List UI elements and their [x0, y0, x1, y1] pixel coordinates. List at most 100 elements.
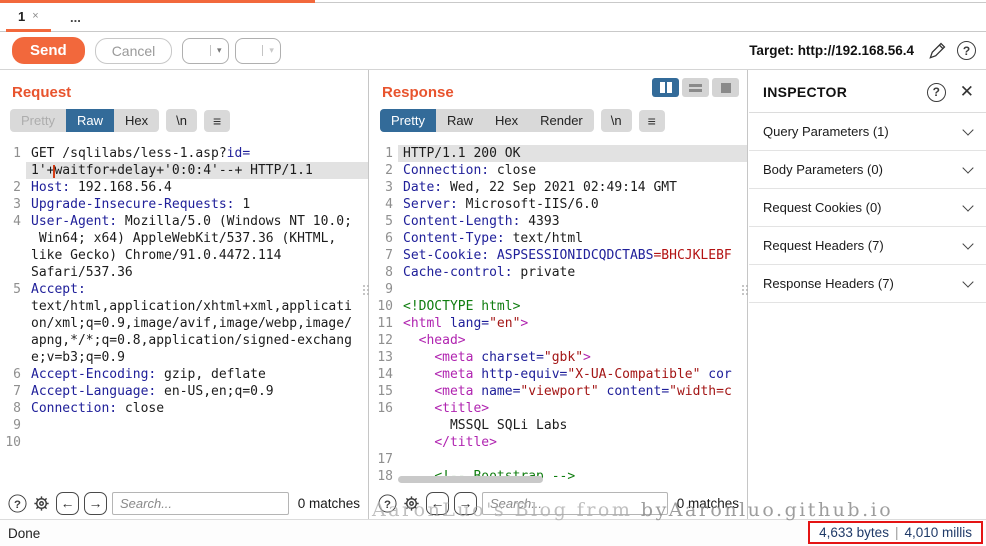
code-line: 7Set-Cookie: ASPSESSIONIDCQDCTABS=BHCJKL… [370, 247, 747, 264]
format-tab-hex[interactable]: Hex [114, 109, 159, 132]
format-tab-raw[interactable]: Raw [436, 109, 484, 132]
code-line: 1'+waitfor+delay+'0:0:4'--+ HTTP/1.1 [0, 162, 368, 179]
request-search-prev-icon[interactable]: ← [56, 492, 79, 515]
code-line: 3Upgrade-Insecure-Requests: 1 [0, 196, 368, 213]
response-viewer[interactable]: 1HTTP/1.1 200 OK2Connection: close3Date:… [370, 145, 747, 487]
layout-columns-icon[interactable] [652, 78, 679, 97]
history-forward-icon[interactable]: > [236, 38, 263, 64]
request-menu-icon[interactable]: ≡ [204, 110, 230, 132]
send-button[interactable]: Send [12, 37, 85, 64]
chevron-down-icon [962, 238, 973, 249]
chevron-down-icon [962, 200, 973, 211]
code-line: 10 [0, 434, 368, 451]
code-line: 4User-Agent: Mozilla/5.0 (Windows NT 10.… [0, 213, 368, 230]
history-forward-split-button[interactable]: > ▾ [235, 38, 281, 64]
code-line: 15 <meta name="viewport" content="width=… [370, 383, 747, 400]
edit-target-icon[interactable] [927, 41, 947, 61]
response-search-bar: ? ← → 0 matches [370, 487, 747, 519]
request-search-bar: ? ← → 0 matches [0, 487, 368, 519]
cancel-button[interactable]: Cancel [95, 38, 173, 64]
history-back-icon[interactable]: < [183, 38, 210, 64]
repeater-more-tabs[interactable]: ... [58, 3, 93, 32]
code-line: 9 [370, 281, 747, 298]
response-format-tabs: PrettyRawHexRender [380, 109, 594, 132]
response-search-matches: 0 matches [673, 496, 739, 511]
code-line: 6Accept-Encoding: gzip, deflate [0, 366, 368, 383]
inspector-header: INSPECTOR ? ✕ [749, 70, 986, 113]
request-newline-tab[interactable]: \n [166, 109, 197, 132]
request-search-next-icon[interactable]: → [84, 492, 107, 515]
response-newline-tab[interactable]: \n [601, 109, 632, 132]
code-line: 1HTTP/1.1 200 OK [370, 145, 747, 162]
response-search-settings-icon[interactable] [402, 494, 421, 513]
code-line: 5Accept: [0, 281, 368, 298]
inspector-close-icon[interactable]: ✕ [960, 82, 974, 102]
top-divider [315, 2, 986, 3]
code-line: 9 [0, 417, 368, 434]
inspector-panel: INSPECTOR ? ✕ Query Parameters (1)Body P… [749, 70, 986, 519]
response-search-prev-icon[interactable]: ← [426, 492, 449, 515]
code-line: 10<!DOCTYPE html> [370, 298, 747, 315]
response-size-badge: 4,633 bytes|4,010 millis [808, 521, 983, 544]
repeater-item-tab-1[interactable]: 1 × [6, 3, 51, 32]
request-format-tabs: PrettyRawHex [10, 109, 159, 132]
code-line: Win64; x64) AppleWebKit/537.36 (KHTML, [0, 230, 368, 247]
repeater-toolbar: Send Cancel < ▾ > ▾ Target: http://192.1… [0, 32, 986, 70]
format-tab-render[interactable]: Render [529, 109, 594, 132]
repeater-tab-strip: 1 × ... [0, 0, 986, 32]
code-line: 16 <title> [370, 400, 747, 417]
code-line: 13 <meta charset="gbk"> [370, 349, 747, 366]
code-line: 2Host: 192.168.56.4 [0, 179, 368, 196]
response-view-tabs: PrettyRawHexRender \n ≡ [370, 109, 747, 140]
code-line: 8Connection: close [0, 400, 368, 417]
code-line: like Gecko) Chrome/91.0.4472.114 [0, 247, 368, 264]
inspector-section-body-parameters-0[interactable]: Body Parameters (0) [749, 151, 986, 189]
request-search-matches: 0 matches [294, 496, 360, 511]
request-panel-title: Request [0, 70, 368, 109]
layout-rows-icon[interactable] [682, 78, 709, 97]
code-line: 4Server: Microsoft-IIS/6.0 [370, 196, 747, 213]
chevron-down-icon [962, 162, 973, 173]
code-line: 3Date: Wed, 22 Sep 2021 02:49:14 GMT [370, 179, 747, 196]
code-line: </title> [370, 434, 747, 451]
response-horizontal-scrollbar[interactable] [398, 476, 543, 483]
inspector-section-query-parameters-1[interactable]: Query Parameters (1) [749, 113, 986, 151]
format-tab-raw[interactable]: Raw [66, 109, 114, 132]
format-tab-hex[interactable]: Hex [484, 109, 529, 132]
inspector-section-response-headers-7[interactable]: Response Headers (7) [749, 265, 986, 303]
code-line: 5Content-Length: 4393 [370, 213, 747, 230]
tab-1-close-icon[interactable]: × [32, 10, 38, 22]
chevron-down-icon [962, 276, 973, 287]
response-layout-buttons [652, 78, 739, 97]
code-line: 11<html lang="en"> [370, 315, 747, 332]
response-search-input[interactable] [482, 492, 668, 515]
code-line: 2Connection: close [370, 162, 747, 179]
layout-single-icon[interactable] [712, 78, 739, 97]
history-forward-dropdown-icon[interactable]: ▾ [262, 45, 280, 56]
format-tab-pretty[interactable]: Pretty [380, 109, 436, 132]
bytes-count: 4,633 bytes [819, 525, 889, 540]
code-line: 14 <meta http-equiv="X-UA-Compatible" co… [370, 366, 747, 383]
code-line: MSSQL SQLi Labs [370, 417, 747, 434]
response-search-next-icon[interactable]: → [454, 492, 477, 515]
format-tab-pretty[interactable]: Pretty [10, 109, 66, 132]
history-back-split-button[interactable]: < ▾ [182, 38, 228, 64]
response-menu-icon[interactable]: ≡ [639, 110, 665, 132]
request-search-help-icon[interactable]: ? [8, 494, 26, 512]
request-search-settings-icon[interactable] [32, 494, 51, 513]
inspector-sections: Query Parameters (1)Body Parameters (0)R… [749, 113, 986, 303]
history-back-dropdown-icon[interactable]: ▾ [210, 45, 228, 56]
repeater-help-icon[interactable]: ? [957, 41, 976, 60]
inspector-help-icon[interactable]: ? [927, 83, 946, 102]
inspector-section-request-cookies-0[interactable]: Request Cookies (0) [749, 189, 986, 227]
code-line: e;v=b3;q=0.9 [0, 349, 368, 366]
request-editor[interactable]: 1GET /sqlilabs/less-1.asp?id=1'+waitfor+… [0, 145, 368, 487]
response-search-help-icon[interactable]: ? [378, 494, 396, 512]
code-line: Safari/537.36 [0, 264, 368, 281]
request-search-input[interactable] [112, 492, 289, 515]
inspector-title: INSPECTOR [763, 84, 927, 100]
code-line: 17 [370, 451, 747, 468]
request-view-tabs: PrettyRawHex \n ≡ [0, 109, 368, 140]
request-panel: Request PrettyRawHex \n ≡ 1GET /sqlilabs… [0, 70, 368, 519]
inspector-section-request-headers-7[interactable]: Request Headers (7) [749, 227, 986, 265]
